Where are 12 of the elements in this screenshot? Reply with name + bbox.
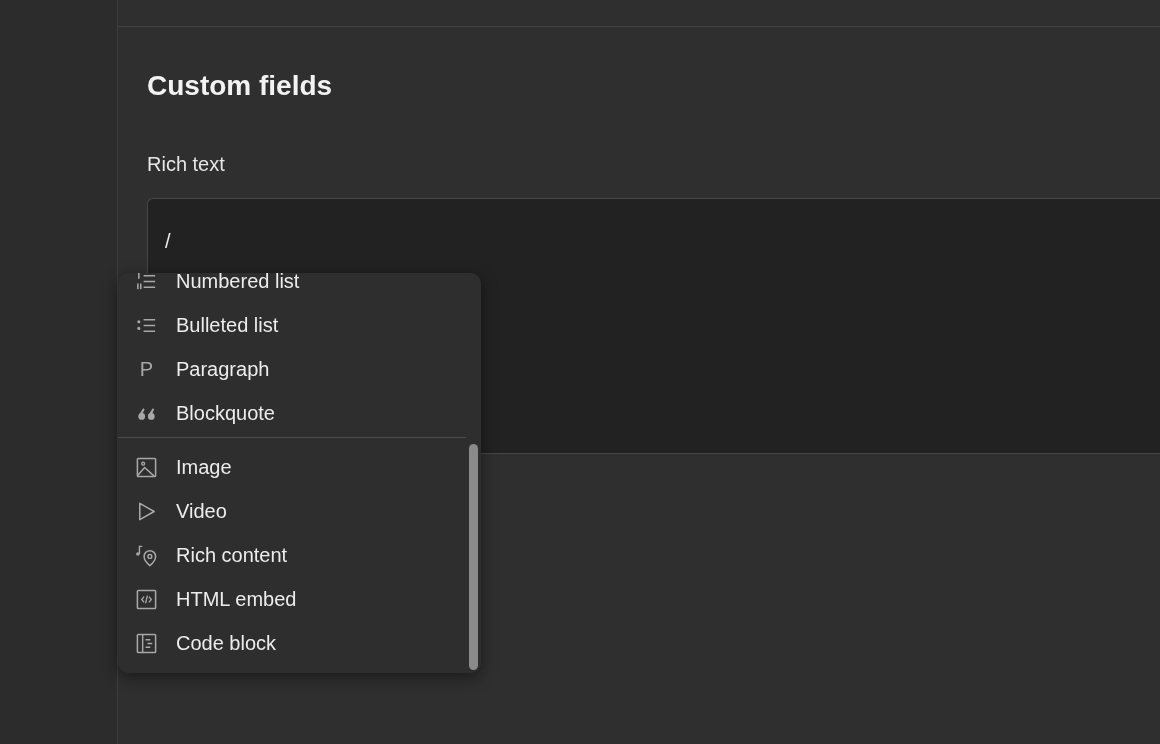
- menu-item[interactable]: HTML embed: [118, 577, 481, 621]
- menu-item[interactable]: Rich content: [118, 533, 481, 577]
- typed-text: /: [165, 229, 171, 253]
- image-icon: [135, 455, 158, 479]
- field-label: Rich text: [147, 152, 225, 176]
- menu-item[interactable]: Video: [118, 489, 481, 533]
- scrollbar-thumb[interactable]: [469, 444, 478, 670]
- section-title: Custom fields: [147, 69, 333, 103]
- code-block-icon: [135, 631, 158, 655]
- note-and-pin-icon: [135, 543, 158, 567]
- menu-item[interactable]: Code block: [118, 621, 481, 665]
- code-tag-icon: [135, 587, 158, 611]
